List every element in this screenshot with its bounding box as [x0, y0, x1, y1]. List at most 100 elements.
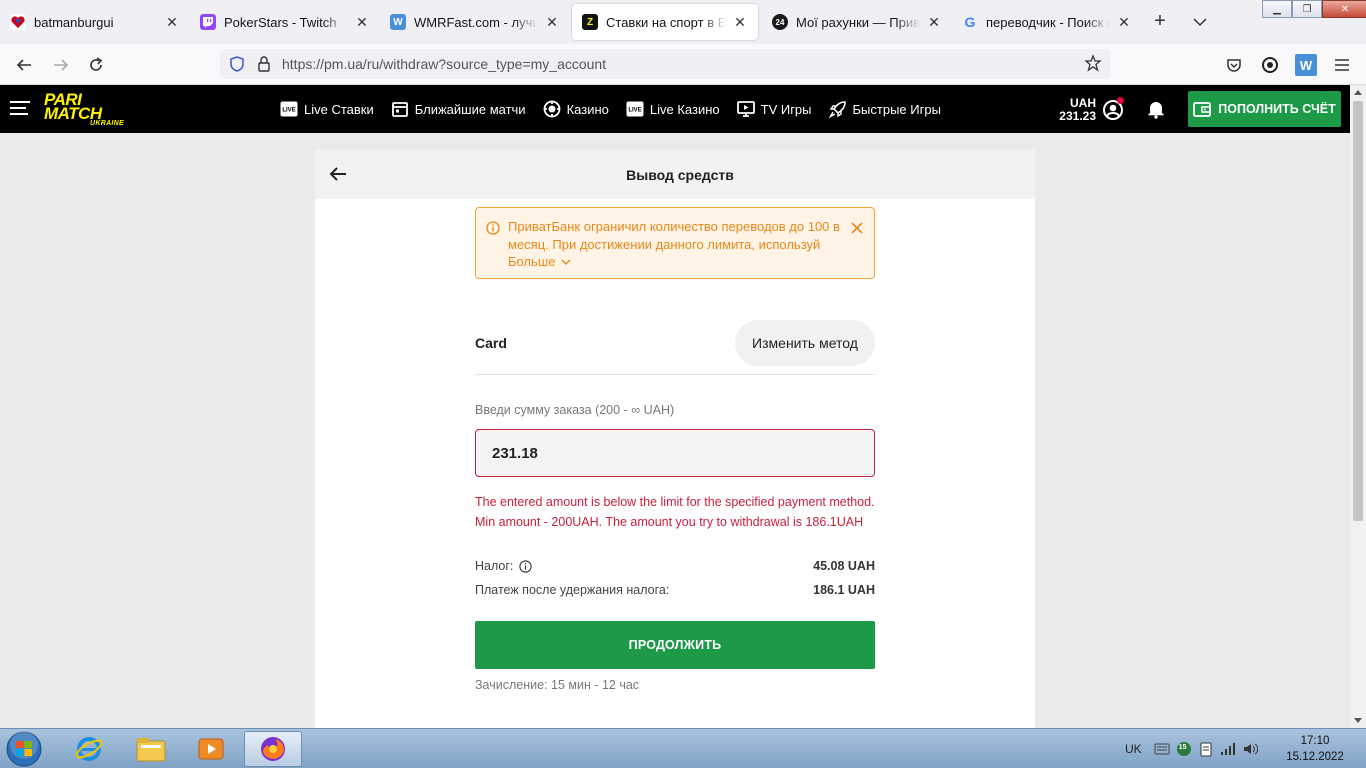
- continue-button[interactable]: ПРОДОЛЖИТЬ: [475, 621, 875, 669]
- nav-label: Казино: [566, 101, 609, 117]
- close-window-button[interactable]: ✕: [1322, 0, 1366, 18]
- payment-method-row: Card Изменить метод: [475, 320, 875, 375]
- system-tray: UK 15: [1125, 729, 1264, 768]
- net-payment-value: 186.1 UAH: [813, 583, 875, 597]
- google-icon: G: [964, 14, 976, 30]
- info-icon: [486, 221, 500, 235]
- new-tab-button[interactable]: +: [1150, 10, 1170, 33]
- tab-title: Ставки на спорт в Букм: [606, 14, 726, 30]
- main-navigation: LIVE Live Ставки Ближайшие матчи Казино …: [280, 85, 958, 133]
- maximize-button[interactable]: ❐: [1292, 0, 1322, 18]
- balance-amount: 231.23: [1059, 109, 1096, 123]
- keyboard-icon[interactable]: [1154, 741, 1170, 757]
- tab-close-icon[interactable]: ✕: [544, 14, 560, 31]
- live-icon: LIVE: [280, 100, 298, 118]
- menu-hamburger-icon[interactable]: [1331, 54, 1353, 76]
- payment-method-name: Card: [475, 335, 507, 351]
- site-menu-icon[interactable]: [10, 101, 30, 117]
- bookmark-star-icon[interactable]: [1084, 54, 1102, 77]
- window-controls: ▁ ❐ ✕: [1262, 0, 1366, 18]
- tracking-shield-icon[interactable]: [228, 55, 246, 78]
- nav-live-bets[interactable]: LIVE Live Ставки: [280, 100, 374, 118]
- wallet-icon: [1193, 101, 1212, 117]
- tray-badge: 15: [1178, 744, 1187, 751]
- tab-close-icon[interactable]: ✕: [1116, 14, 1132, 31]
- lock-icon[interactable]: [256, 55, 272, 78]
- browser-tab-strip: batmanburgui ✕ PokerStars - Twitch ✕ W W…: [0, 0, 1366, 44]
- taskbar-firefox-icon[interactable]: [244, 731, 302, 767]
- parimatch-logo[interactable]: PARI MATCH UKRAINE: [44, 91, 126, 127]
- scroll-up-arrow-icon[interactable]: [1354, 90, 1362, 95]
- windows-start-button[interactable]: [2, 730, 46, 768]
- parimatch-icon: Z: [582, 14, 598, 30]
- tray-app-icon[interactable]: 15: [1176, 741, 1192, 757]
- taskbar-explorer-icon[interactable]: [122, 731, 180, 767]
- tab-title: batmanburgui: [34, 14, 114, 30]
- nav-tv-games[interactable]: TV Игры: [736, 100, 812, 118]
- account-balance[interactable]: UAH 231.23: [1056, 97, 1096, 123]
- withdraw-header: Вывод средств: [315, 150, 1035, 199]
- volume-icon[interactable]: [1242, 741, 1258, 757]
- signal-strength-icon[interactable]: [1220, 741, 1236, 757]
- wmr-extension-icon[interactable]: W: [1295, 54, 1317, 76]
- amount-input[interactable]: [475, 429, 875, 477]
- browser-tab-5[interactable]: 24 Мої рахунки — Приват2 ✕: [762, 4, 952, 40]
- browser-tab-4[interactable]: Z Ставки на спорт в Букм ✕: [572, 4, 758, 40]
- nav-live-casino[interactable]: LIVE Live Казино: [626, 100, 720, 118]
- browser-tab-6[interactable]: G переводчик - Поиск в G ✕: [952, 4, 1142, 40]
- withdraw-panel: Вывод средств ПриватБанк ограничил колич…: [315, 150, 1035, 728]
- taskbar-media-player-icon[interactable]: [182, 731, 240, 767]
- tax-label: Налог:: [475, 559, 514, 573]
- browser-tab-3[interactable]: W WMRFast.com - лучшее ✕: [380, 4, 570, 40]
- extension-icon[interactable]: [1259, 54, 1281, 76]
- tax-value: 45.08 UAH: [813, 559, 875, 573]
- browser-tab-1[interactable]: batmanburgui ✕: [0, 4, 190, 40]
- change-method-button[interactable]: Изменить метод: [735, 320, 875, 366]
- page-scrollbar[interactable]: [1350, 85, 1366, 728]
- twitch-icon: [200, 14, 216, 30]
- nav-fast-games[interactable]: Быстрые Игры: [828, 100, 941, 118]
- nav-label: Live Ставки: [304, 101, 374, 117]
- address-bar[interactable]: https://pm.ua/ru/withdraw?source_type=my…: [220, 49, 1110, 79]
- live-icon: LIVE: [626, 100, 644, 118]
- tab-close-icon[interactable]: ✕: [926, 14, 942, 31]
- info-icon[interactable]: [519, 559, 533, 573]
- rocket-icon: [828, 100, 847, 118]
- casino-chip-icon: [543, 100, 561, 118]
- nav-label: Быстрые Игры: [852, 101, 941, 117]
- amount-label: Введи сумму заказа (200 - ∞ UAH): [475, 403, 675, 417]
- url-text[interactable]: https://pm.ua/ru/withdraw?source_type=my…: [282, 56, 606, 72]
- nav-casino[interactable]: Казино: [543, 100, 609, 118]
- page-title: Вывод средств: [626, 167, 734, 183]
- calendar-icon: [391, 100, 409, 118]
- tab-close-icon[interactable]: ✕: [164, 14, 180, 31]
- alert-more-link[interactable]: Больше: [508, 254, 571, 269]
- taskbar-ie-icon[interactable]: [60, 731, 118, 767]
- tab-favicon-icon: [10, 14, 26, 30]
- pocket-icon[interactable]: [1223, 54, 1245, 76]
- tab-list-chevron-icon[interactable]: [1190, 12, 1210, 32]
- network-flag-icon[interactable]: [1198, 741, 1214, 757]
- deposit-button[interactable]: ПОПОЛНИТЬ СЧЁТ: [1188, 91, 1341, 127]
- notifications-bell-icon[interactable]: [1146, 99, 1166, 119]
- minimize-button[interactable]: ▁: [1262, 0, 1292, 18]
- nav-label: TV Игры: [760, 101, 812, 117]
- privatbank-limit-alert: ПриватБанк ограничил количество переводо…: [475, 207, 875, 279]
- language-indicator[interactable]: UK: [1125, 742, 1142, 756]
- tab-close-icon[interactable]: ✕: [354, 14, 370, 31]
- back-arrow-icon[interactable]: [13, 54, 35, 76]
- net-payment-label: Платеж после удержания налога:: [475, 583, 670, 597]
- browser-tab-2[interactable]: PokerStars - Twitch ✕: [190, 4, 380, 40]
- alert-more-label: Больше: [508, 254, 556, 269]
- scrollbar-thumb[interactable]: [1353, 101, 1363, 521]
- forward-arrow-icon[interactable]: [50, 54, 72, 76]
- alert-close-icon[interactable]: [850, 221, 864, 235]
- system-clock[interactable]: 17:10 15.12.2022: [1280, 733, 1350, 765]
- tax-label-group: Налог:: [475, 559, 533, 573]
- notification-dot: [1117, 97, 1124, 104]
- reload-icon[interactable]: [85, 54, 107, 76]
- tab-close-icon[interactable]: ✕: [732, 14, 748, 31]
- scroll-down-arrow-icon[interactable]: [1354, 718, 1362, 723]
- nav-upcoming-matches[interactable]: Ближайшие матчи: [391, 100, 526, 118]
- credit-time-note: Зачисление: 15 мин - 12 час: [475, 678, 640, 692]
